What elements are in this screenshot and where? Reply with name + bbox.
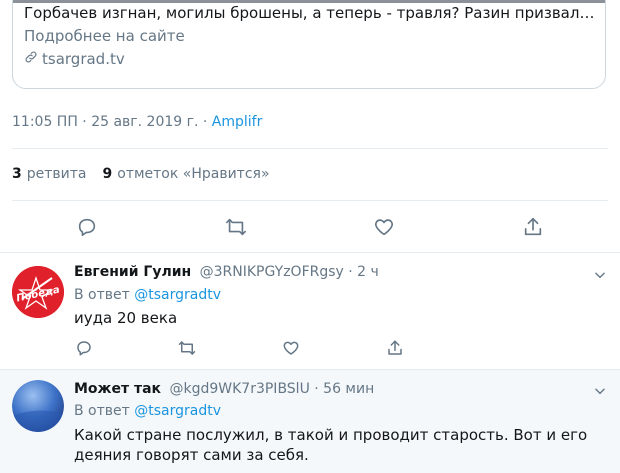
like-button[interactable]	[371, 214, 397, 240]
retweet-icon	[178, 341, 196, 355]
in-reply-to: В ответ @tsargradtv	[74, 403, 221, 419]
likes-stat[interactable]: 9 отметок «Нравится»	[103, 166, 270, 182]
reply-icon	[77, 341, 91, 356]
reply-tweet[interactable]: Победа Евгений Гулин @3RNIKPGYzOFRgsy · …	[0, 253, 620, 369]
like-icon	[375, 219, 393, 236]
like-button[interactable]	[281, 338, 301, 358]
share-button[interactable]	[520, 214, 546, 240]
author-handle: @kgd9WK7r3PIBSlU · 56 мин	[169, 381, 375, 397]
retweet-button[interactable]	[223, 214, 249, 240]
share-button[interactable]	[385, 338, 405, 358]
link-card[interactable]: Горбачев изгнан, могилы брошены, а тепер…	[12, 0, 606, 89]
card-domain-text: tsargrad.tv	[42, 50, 125, 68]
reply-tweet[interactable]: Может так @kgd9WK7r3PIBSlU · 56 мин В от…	[0, 370, 620, 473]
in-reply-to: В ответ @tsargradtv	[74, 287, 221, 303]
reply-icon	[78, 218, 96, 237]
chevron-down-icon	[595, 388, 605, 395]
tweet-meta: 11:05 ПП · 25 авг. 2019 г. · Amplifr	[12, 114, 262, 130]
reply-to-handle-link[interactable]: @tsargradtv	[134, 403, 221, 419]
share-icon	[524, 217, 542, 236]
likes-count: 9	[102, 166, 113, 182]
reply-to-handle-link[interactable]: @tsargradtv	[134, 287, 221, 303]
link-icon	[24, 50, 38, 68]
tweet-actions	[0, 214, 620, 240]
card-description: Подробнее на сайте	[24, 27, 185, 45]
avatar[interactable]: Победа	[12, 266, 64, 318]
author-handle: @3RNIKPGYzOFRgsy · 2 ч	[199, 264, 379, 280]
in-reply-to-prefix: В ответ	[74, 287, 135, 303]
author-name: Евгений Гулин	[74, 264, 192, 280]
like-icon	[283, 341, 299, 355]
retweets-count: 3	[12, 166, 22, 182]
chevron-down-icon	[595, 272, 605, 279]
card-title: Горбачев изгнан, могилы брошены, а тепер…	[24, 4, 599, 22]
tweet-stats: 3 ретвита 9 отметок «Нравится»	[12, 166, 286, 182]
author-name: Может так	[74, 381, 162, 397]
retweets-stat[interactable]: 3 ретвита	[12, 166, 87, 182]
reply-text: Какой стране послужил, в такой и проводи…	[74, 426, 588, 464]
retweet-icon	[226, 218, 246, 236]
tweet-timestamp[interactable]: 11:05 ПП · 25 авг. 2019 г. ·	[12, 114, 212, 130]
card-domain: tsargrad.tv	[24, 50, 125, 68]
reply-author[interactable]: Может так @kgd9WK7r3PIBSlU · 56 мин	[74, 381, 374, 397]
divider	[12, 200, 608, 201]
divider	[12, 148, 608, 149]
retweets-label: ретвита	[26, 166, 87, 182]
tweet-source-link[interactable]: Amplifr	[212, 114, 263, 130]
reply-button[interactable]	[74, 214, 100, 240]
card-image	[13, 0, 605, 3]
likes-label: отметок «Нравится»	[117, 166, 270, 182]
avatar[interactable]	[12, 380, 64, 432]
retweet-button[interactable]	[177, 338, 197, 358]
reply-button[interactable]	[74, 338, 94, 358]
in-reply-to-prefix: В ответ	[74, 403, 135, 419]
more-options-button[interactable]	[592, 383, 608, 399]
reply-text: иуда 20 века	[74, 309, 178, 327]
share-icon	[388, 340, 402, 355]
reply-author[interactable]: Евгений Гулин @3RNIKPGYzOFRgsy · 2 ч	[74, 264, 379, 280]
more-options-button[interactable]	[592, 267, 608, 283]
